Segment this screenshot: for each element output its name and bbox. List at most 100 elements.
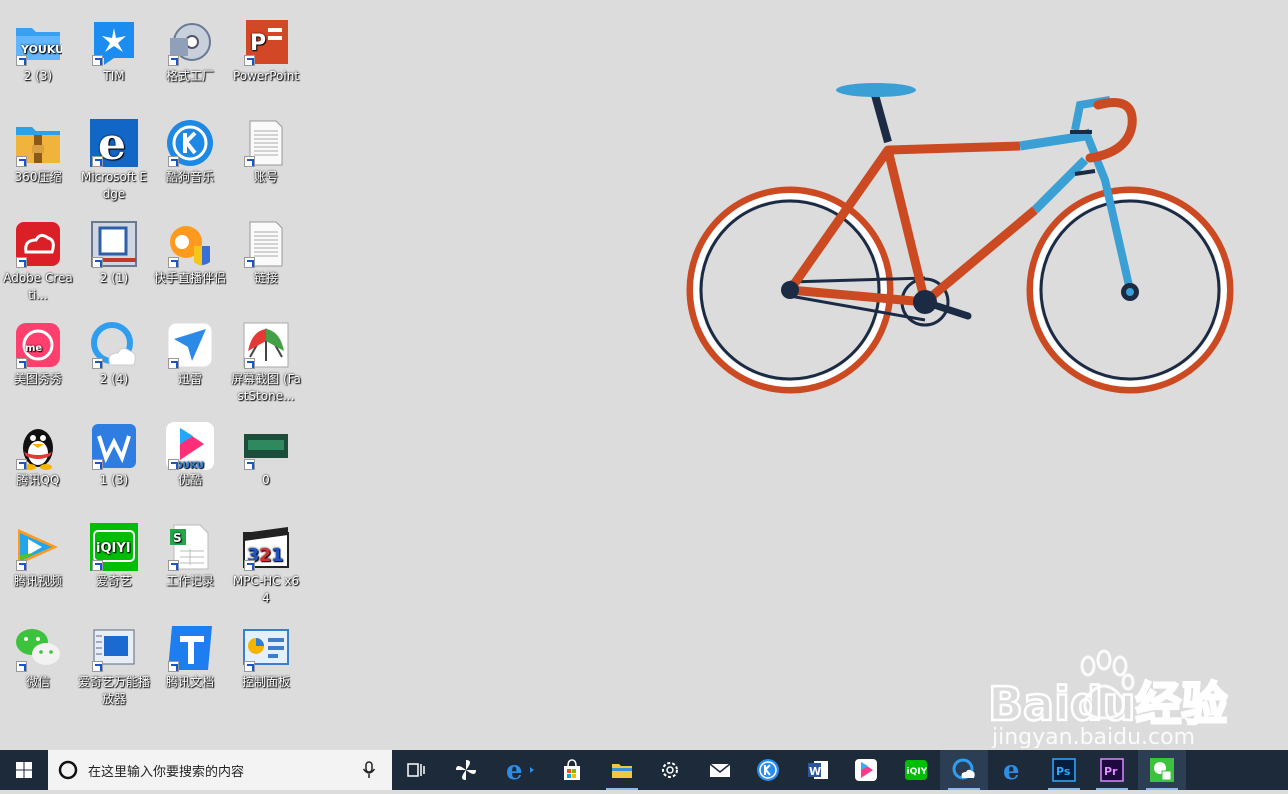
tim-icon: [90, 18, 138, 66]
desktop-icon-wechat[interactable]: 微信: [0, 624, 76, 691]
svg-text:P: P: [250, 31, 266, 56]
desktop-icon-label: 2 (1): [99, 271, 129, 285]
desktop-icon-youku[interactable]: OUKU 优酷: [152, 422, 228, 489]
shortcut-arrow-icon: [244, 257, 255, 268]
desktop-icon-label: 腾讯QQ: [16, 473, 60, 487]
desktop-icon-label: Microsoft Edge: [80, 170, 147, 201]
desktop-icon-label: MPC-HC x64: [232, 574, 300, 605]
svg-text:iQIYI: iQIYI: [96, 541, 131, 556]
taskbar-pinwheel-app[interactable]: [442, 750, 490, 790]
microphone-icon[interactable]: [362, 761, 376, 779]
pinwheel-icon: [456, 760, 476, 780]
desktop-icon-qq-penguin[interactable]: 腾讯QQ: [0, 422, 76, 489]
powerpoint-icon: P: [242, 18, 290, 66]
desktop-icon-mpc-hc[interactable]: 3 2 1 MPC-HC x64: [228, 523, 304, 607]
taskbar-file-explorer[interactable]: [598, 750, 646, 790]
desktop-icon-xunlei[interactable]: 迅雷: [152, 321, 228, 388]
tencent-docs-icon: [166, 624, 214, 672]
desktop-icon-text-file[interactable]: 账号: [228, 119, 304, 186]
desktop-icon-kugou[interactable]: 酷狗音乐: [152, 119, 228, 186]
shortcut-arrow-icon: [92, 55, 103, 66]
desktop-icon-iqiyi[interactable]: iQIYI 爱奇艺: [76, 523, 152, 590]
svg-text:me: me: [25, 343, 42, 354]
shortcut-arrow-icon: [168, 156, 179, 167]
shortcut-arrow-icon: [92, 358, 103, 369]
desktop-icon-tim[interactable]: TIM: [76, 18, 152, 85]
svg-text:1: 1: [271, 545, 284, 566]
desktop-icon-adobe-cc[interactable]: Adobe Creati...: [0, 220, 76, 304]
taskbar-iqiyi[interactable]: iQIYI: [892, 750, 940, 790]
taskbar-settings[interactable]: [646, 750, 694, 790]
search-placeholder: 在这里输入你要搜索的内容: [88, 765, 245, 780]
desktop-icon-zip-360[interactable]: 360压缩: [0, 119, 76, 186]
taskbar-youku[interactable]: [842, 750, 890, 790]
shortcut-arrow-icon: [244, 156, 255, 167]
taskbar-microsoft-store[interactable]: [548, 750, 596, 790]
internet-explorer-icon: e: [506, 758, 534, 782]
shortcut-arrow-icon: [244, 55, 255, 66]
desktop-icon-label: 1 (3): [99, 473, 129, 487]
shortcut-arrow-icon: [16, 560, 27, 571]
shortcut-arrow-icon: [92, 560, 103, 571]
kugou-k-icon: [757, 759, 779, 781]
desktop-icon-powerpoint[interactable]: P PowerPoint: [228, 18, 304, 85]
desktop-icon-control-panel[interactable]: 控制面板: [228, 624, 304, 691]
shortcut-arrow-icon: [168, 257, 179, 268]
desktop-icon-format-factory[interactable]: 格式工厂: [152, 18, 228, 85]
task-view-button[interactable]: [392, 750, 440, 790]
desktop-icon-tencent-docs[interactable]: 腾讯文档: [152, 624, 228, 691]
desktop-icon-label: 360压缩: [14, 170, 62, 184]
desktop-icon-label: 爱奇艺: [95, 574, 132, 588]
desktop-icon-text-file[interactable]: 链接: [228, 220, 304, 287]
mail-envelope-icon: [709, 763, 731, 777]
desktop-icon-iqiyi-player[interactable]: 爱奇艺万能播放器: [76, 624, 152, 708]
desktop-icon-spreadsheet-file[interactable]: S 工作记录: [152, 523, 228, 590]
start-button[interactable]: [0, 750, 48, 790]
shortcut-arrow-icon: [168, 560, 179, 571]
edge-icon: e: [90, 119, 138, 167]
desktop-icon-meitu[interactable]: me 美图秀秀: [0, 321, 76, 388]
youku-play-icon: [855, 759, 877, 781]
desktop-icon-wps[interactable]: 1 (3): [76, 422, 152, 489]
desktop-icon-label: 工作记录: [165, 574, 214, 588]
desktop-icon-image-thumbnail[interactable]: 0: [228, 422, 304, 489]
shortcut-arrow-icon: [16, 156, 27, 167]
desktop-icon-label: 2 (4): [99, 372, 129, 386]
taskbar-wechat-work[interactable]: [1138, 750, 1186, 790]
taskbar-edge[interactable]: e: [990, 750, 1038, 790]
taskbar-browser-cloud[interactable]: [940, 750, 988, 790]
taskbar-word[interactable]: W: [794, 750, 842, 790]
text-file-icon: [242, 220, 290, 268]
desktop-icon-label: 优酷: [177, 473, 202, 487]
svg-text:OUKU: OUKU: [175, 461, 204, 470]
premiere-icon: Pr: [1100, 758, 1124, 782]
taskbar-search-box[interactable]: 在这里输入你要搜索的内容: [48, 750, 392, 790]
xunlei-icon: [166, 321, 214, 369]
desktop-icon-youku-folder[interactable]: YOUKU 2 (3): [0, 18, 76, 85]
desktop-icon-label: 控制面板: [241, 675, 290, 689]
watermark-url: jingyan.baidu.com: [991, 725, 1195, 748]
shortcut-arrow-icon: [16, 257, 27, 268]
watermark-brand: Baidu经验: [988, 677, 1228, 731]
edge-icon: e: [1003, 758, 1020, 782]
control-panel-icon: [242, 624, 290, 672]
desktop-icon-tencent-video[interactable]: 腾讯视频: [0, 523, 76, 590]
desktop-icon-label: 2 (3): [23, 69, 53, 83]
desktop-icon-edge[interactable]: e Microsoft Edge: [76, 119, 152, 203]
desktop-icon-cloud[interactable]: 2 (4): [76, 321, 152, 388]
taskbar-photoshop[interactable]: Ps: [1040, 750, 1088, 790]
svg-text:2: 2: [259, 545, 272, 566]
taskbar-premiere[interactable]: Pr: [1088, 750, 1136, 790]
store-bag-icon: [564, 759, 580, 780]
shortcut-arrow-icon: [92, 661, 103, 672]
svg-text:e: e: [1003, 758, 1020, 782]
taskbar-mail[interactable]: [696, 750, 744, 790]
desktop-icon-label: TIM: [103, 69, 125, 83]
taskbar-ie-browser[interactable]: e: [494, 750, 542, 790]
desktop-icon-kuaishou[interactable]: 快手直播伴侣: [152, 220, 228, 287]
word-icon: W: [808, 761, 828, 779]
taskbar-kugou[interactable]: [744, 750, 792, 790]
desktop-icon-window-image[interactable]: 2 (1): [76, 220, 152, 287]
desktop-icon-faststone[interactable]: 屏幕截图 (FastStone...: [228, 321, 304, 405]
desktop-icon-label: 爱奇艺万能播放器: [78, 675, 151, 706]
